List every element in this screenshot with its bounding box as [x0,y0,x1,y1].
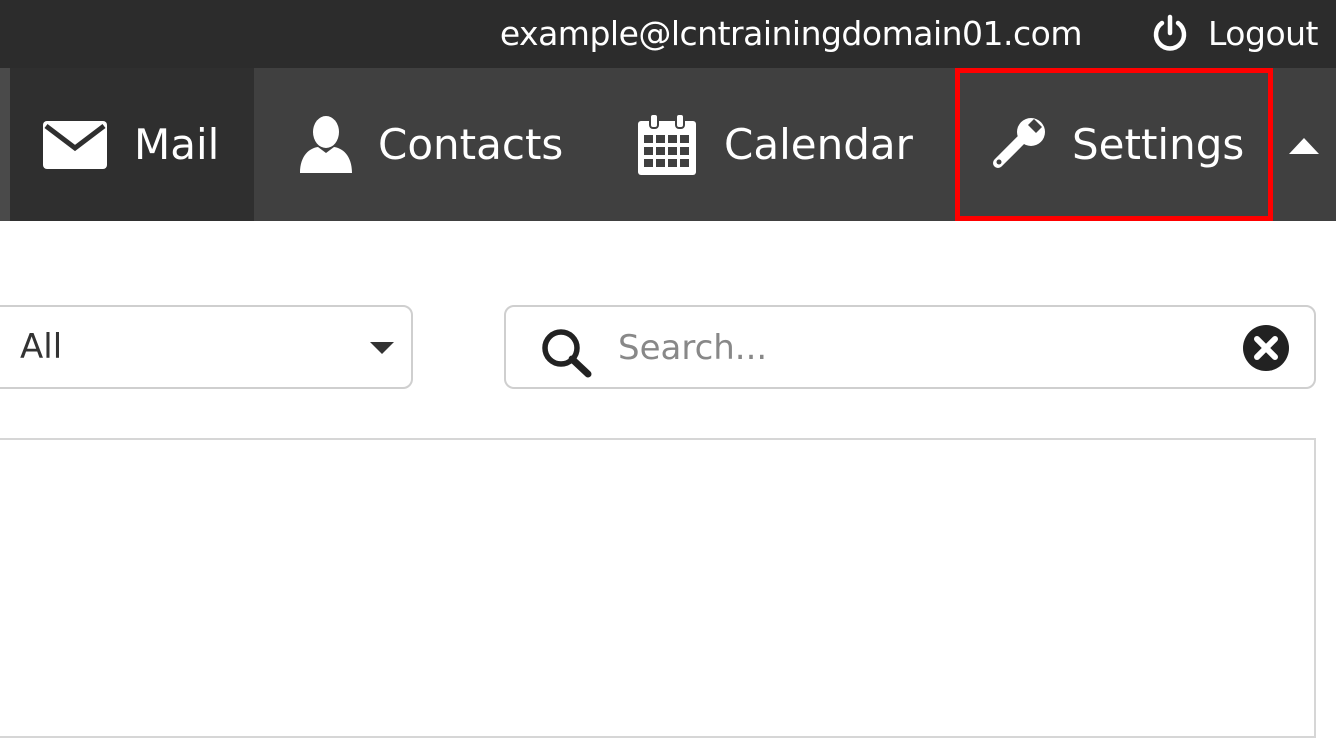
user-icon [300,115,352,173]
power-icon [1153,14,1187,51]
wrench-icon [993,117,1045,168]
nav-tab-calendar-label: Calendar [724,120,913,169]
calendar-icon [638,112,696,175]
user-email: example@lcntrainingdomain01.com [499,14,1083,53]
caret-up-icon [1289,137,1319,154]
message-list-panel [0,438,1316,738]
search-input[interactable] [618,317,1218,379]
chevron-down-icon [370,342,394,354]
nav-tab-settings[interactable]: Settings [955,68,1273,221]
nav-edge [0,68,10,221]
collapse-nav-button[interactable] [1280,68,1328,221]
main-nav: Mail Contacts Calendar Settings [0,68,1336,221]
logout-button[interactable]: Logout [1150,12,1319,56]
envelope-icon [43,120,107,169]
top-bar: example@lcntrainingdomain01.com Logout [0,0,1336,68]
nav-tab-mail-label: Mail [134,120,220,169]
search-box [504,305,1316,389]
nav-tab-calendar[interactable]: Calendar [636,68,913,221]
clear-search-icon[interactable] [1242,324,1290,372]
filter-dropdown[interactable]: All [0,305,413,389]
search-icon [542,329,592,378]
nav-tab-settings-label: Settings [1072,120,1245,169]
filter-dropdown-value: All [20,327,63,367]
logout-label: Logout [1208,14,1319,53]
nav-tab-contacts[interactable]: Contacts [298,68,563,221]
nav-tab-contacts-label: Contacts [378,120,564,169]
nav-tab-mail[interactable]: Mail [10,68,254,221]
